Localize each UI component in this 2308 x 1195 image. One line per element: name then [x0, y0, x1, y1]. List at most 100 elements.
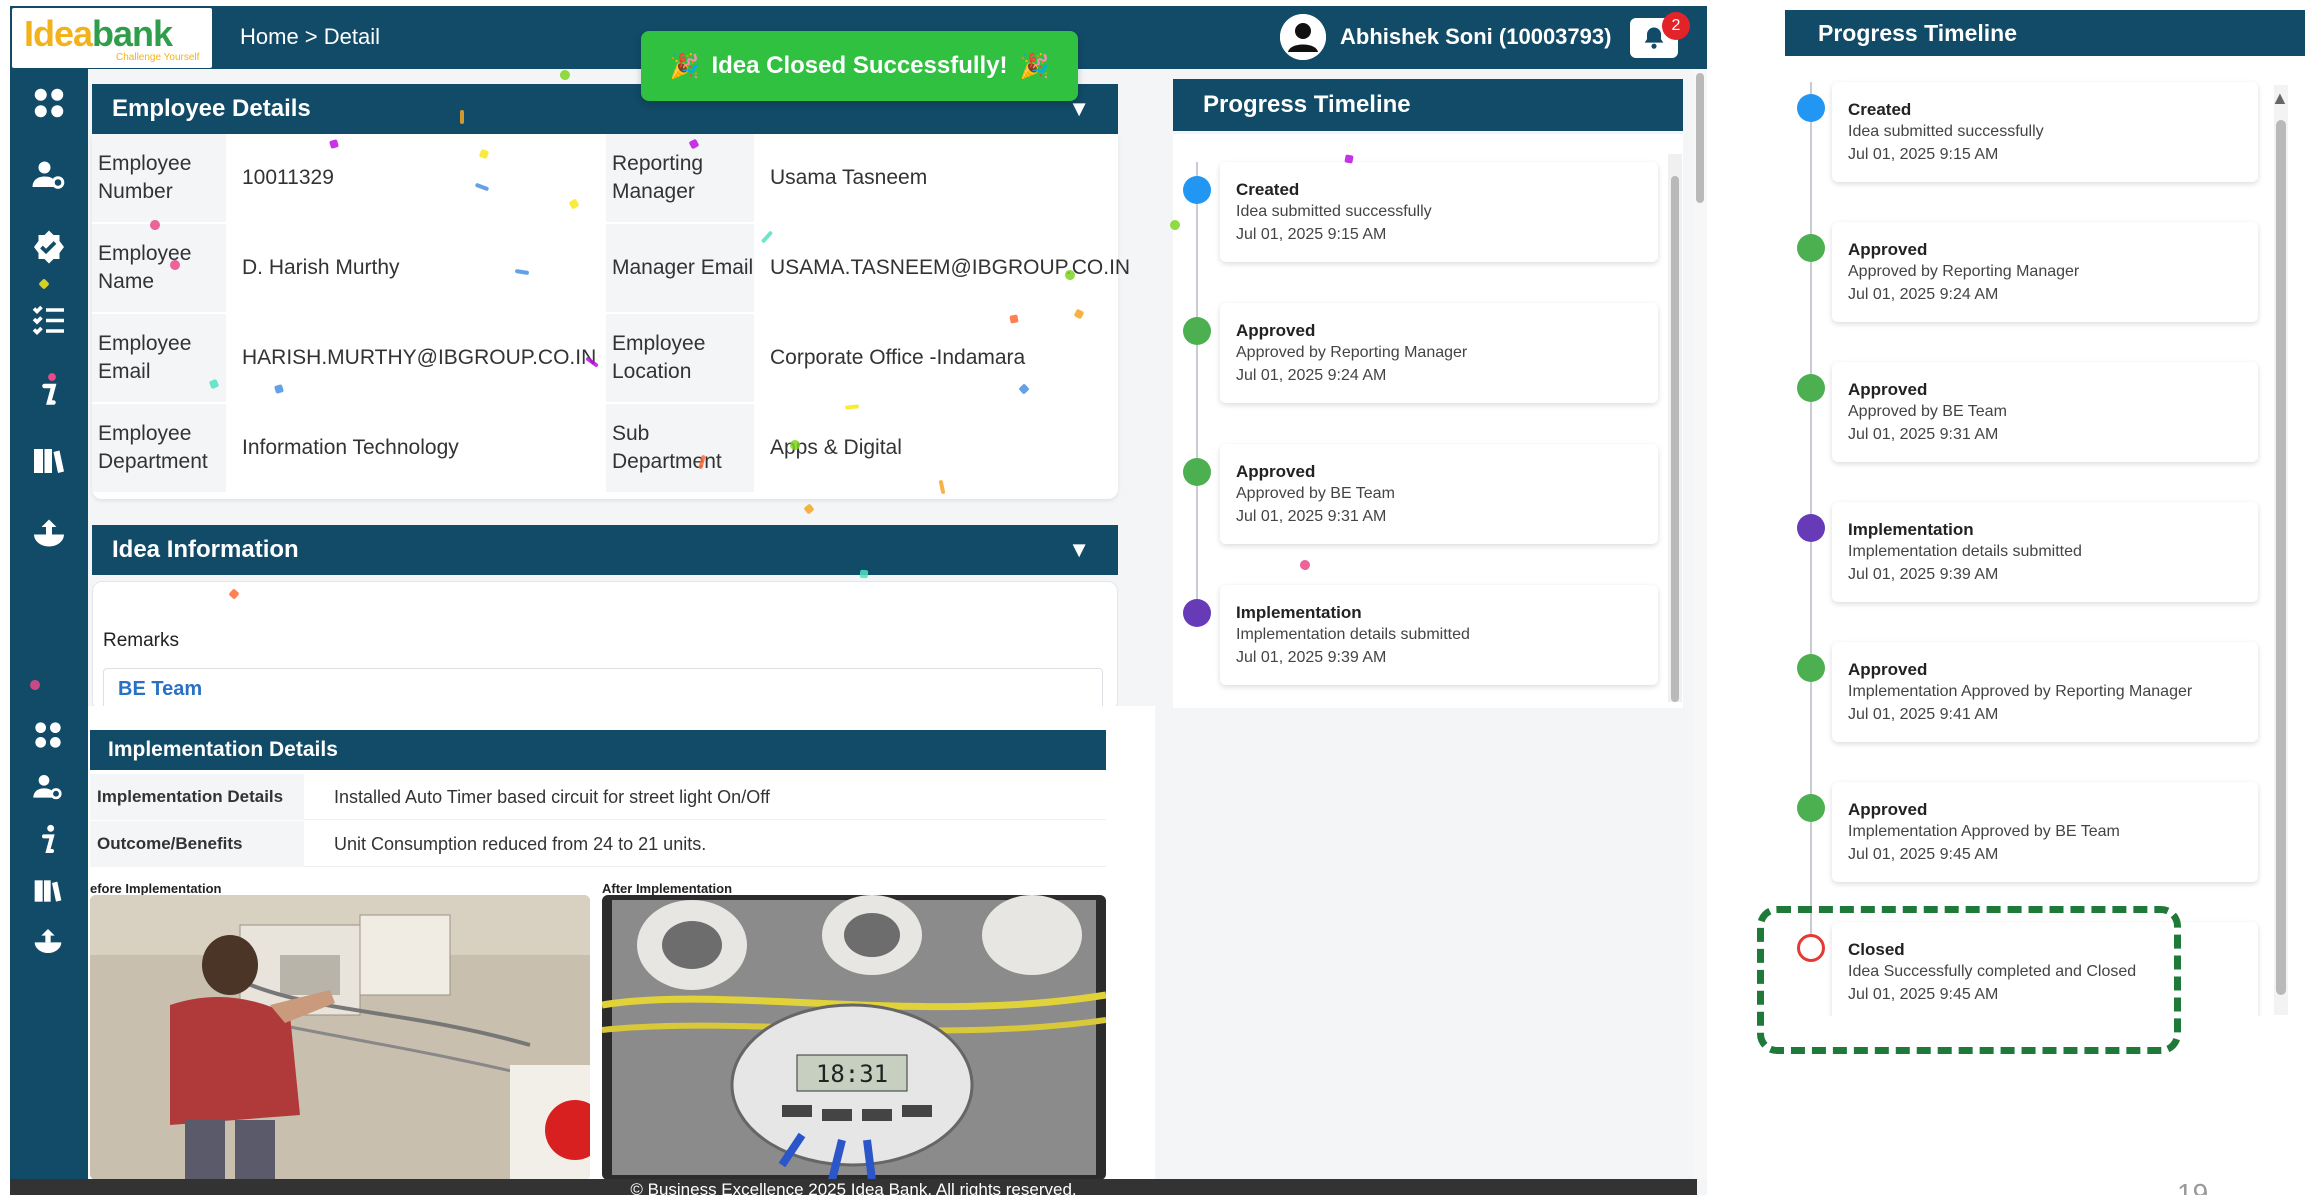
timeline-status: Implementation [1848, 520, 1974, 539]
timeline-timestamp: Jul 01, 2025 9:41 AM [1848, 706, 1999, 723]
timeline-status: Approved [1848, 380, 1928, 399]
timeline-timestamp: Jul 01, 2025 9:31 AM [1848, 426, 1999, 443]
upload-tray-icon[interactable] [28, 513, 70, 553]
collapse-triangle-icon[interactable]: ▼ [1068, 525, 1090, 575]
timeline-timestamp: Jul 01, 2025 9:45 AM [1848, 846, 1999, 863]
employee-value: HARISH.MURTHY@IBGROUP.CO.IN [242, 346, 597, 369]
timeline-description: Implementation details submitted [1236, 626, 1470, 643]
employee-label: Reporting Manager [606, 134, 754, 222]
employee-row: Employee Email HARISH.MURTHY@IBGROUP.CO.… [92, 314, 1118, 404]
timeline-status-dot [1797, 94, 1825, 122]
timeline-scrollbar-large[interactable] [2274, 85, 2288, 1015]
breadcrumb[interactable]: Home > Detail [240, 24, 380, 50]
before-implementation-photo[interactable] [90, 895, 590, 1180]
library-books-icon[interactable] [28, 441, 70, 481]
upload-tray-icon[interactable] [30, 924, 66, 958]
implementation-row: Implementation Details Installed Auto Ti… [90, 774, 1106, 820]
closed-status-highlight [1757, 906, 2181, 1054]
timeline-status: Implementation [1236, 603, 1362, 622]
timeline-description: Idea submitted successfully [1848, 123, 2044, 140]
idea-information-title: Idea Information [112, 536, 299, 563]
timeline-item[interactable]: Approved Implementation Approved by Repor… [1832, 642, 2258, 742]
user-settings-icon[interactable] [28, 155, 70, 195]
implementation-overlay: Implementation Details Implementation De… [10, 706, 1155, 1180]
library-books-icon[interactable] [30, 874, 66, 908]
timeline-description: Idea submitted successfully [1236, 203, 1432, 220]
timeline-status: Approved [1848, 800, 1928, 819]
timeline-status: Approved [1236, 321, 1316, 340]
employee-value: 10011329 [242, 166, 334, 189]
remarks-label: Remarks [103, 630, 180, 651]
timeline-item[interactable]: Created Idea submitted successfully Jul 01… [1832, 82, 2258, 182]
timeline-scrollbar[interactable] [1668, 154, 1682, 702]
employee-value: Information Technology [242, 436, 459, 459]
ideabank-logo[interactable]: Ideabank Challenge Yourself [12, 8, 212, 68]
employee-label: Manager Email [606, 224, 754, 312]
employee-label: Employee Location [606, 314, 754, 402]
implementation-value: Installed Auto Timer based circuit for s… [334, 787, 770, 807]
progress-timeline-list: Created Idea submitted successfully Jul 01… [1173, 134, 1683, 708]
logo-tagline: Challenge Yourself [116, 52, 200, 63]
timeline-status: Approved [1236, 462, 1316, 481]
progress-timeline-list-large: Created Idea submitted successfully Jul 01… [1785, 56, 2305, 1016]
employee-value: Corporate Office -Indamara [770, 346, 1026, 369]
timeline-item[interactable]: Approved Approved by Reporting Manager Jul… [1832, 222, 2258, 322]
mini-sidebar [10, 706, 88, 1180]
timeline-timestamp: Jul 01, 2025 9:31 AM [1236, 508, 1387, 525]
timeline-status-dot [1797, 374, 1825, 402]
timeline-item[interactable]: Implementation Implementation details sub… [1832, 502, 2258, 602]
employee-row: Employee Department Information Technolo… [92, 404, 1118, 494]
idea-information-header[interactable]: Idea Information ▼ [92, 525, 1118, 575]
timeline-status-dot [1797, 794, 1825, 822]
scroll-up-arrow-icon[interactable]: ▲ [2271, 88, 2289, 109]
dashboard-grid-icon[interactable] [28, 83, 70, 123]
timeline-status-dot [1797, 654, 1825, 682]
timeline-item[interactable]: Approved Approved by BE Team Jul 01, 2025 … [1220, 444, 1658, 544]
user-settings-icon[interactable] [30, 770, 66, 804]
success-toast[interactable]: 🎉 Idea Closed Successfully! 🎉 [641, 31, 1078, 101]
timeline-description: Approved by Reporting Manager [1236, 344, 1468, 361]
timeline-description: Approved by BE Team [1848, 403, 2007, 420]
timeline-scroll-thumb-large[interactable] [2276, 120, 2286, 995]
employee-label: Employee Name [92, 224, 226, 312]
timeline-description: Implementation Approved by BE Team [1848, 823, 2120, 840]
timeline-status: Created [1848, 100, 1912, 119]
user-avatar-icon[interactable] [1280, 14, 1326, 60]
timeline-timestamp: Jul 01, 2025 9:24 AM [1236, 367, 1387, 384]
implementation-row: Outcome/Benefits Unit Consumption reduce… [90, 821, 1106, 867]
employee-details-table: Employee Number 10011329 Reporting Manag… [92, 134, 1130, 499]
task-list-icon[interactable] [28, 299, 70, 339]
timeline-status-dot [1183, 176, 1211, 204]
timeline-timestamp: Jul 01, 2025 9:24 AM [1848, 286, 1999, 303]
footer: © Business Excellence 2025 Idea Bank. Al… [10, 1179, 1697, 1195]
toast-message: Idea Closed Successfully! [711, 52, 1008, 79]
timeline-status-dot [1183, 458, 1211, 486]
timeline-timestamp: Jul 01, 2025 9:15 AM [1236, 226, 1387, 243]
timeline-item[interactable]: Approved Approved by BE Team Jul 01, 2025 … [1832, 362, 2258, 462]
timeline-item[interactable]: Approved Approved by Reporting Manager Jul… [1220, 303, 1658, 403]
idea-info-icon[interactable] [28, 369, 70, 409]
timeline-item[interactable]: Created Idea submitted successfully Jul 01… [1220, 162, 1658, 262]
dashboard-grid-icon[interactable] [30, 718, 66, 752]
idea-info-icon[interactable] [30, 822, 66, 856]
timeline-status-dot [1183, 599, 1211, 627]
employee-row: Employee Number 10011329 Reporting Manag… [92, 134, 1118, 224]
page-number: 19 [2177, 1178, 2209, 1195]
verified-badge-icon[interactable] [28, 227, 70, 267]
timeline-description: Implementation Approved by Reporting Man… [1848, 683, 2193, 700]
notification-count-badge: 2 [1662, 12, 1690, 40]
employee-value: Apps & Digital [770, 436, 902, 459]
user-name[interactable]: Abhishek Soni (10003793) [1340, 24, 1611, 50]
timeline-item[interactable]: Approved Implementation Approved by BE Te… [1832, 782, 2258, 882]
timeline-item[interactable]: Implementation Implementation details sub… [1220, 585, 1658, 685]
timeline-description: Approved by BE Team [1236, 485, 1395, 502]
page-scrollbar[interactable] [1693, 69, 1707, 1179]
timeline-scroll-thumb[interactable] [1671, 176, 1679, 702]
employee-label: Employee Number [92, 134, 226, 222]
idea-information-body: Remarks BE Team [92, 581, 1118, 712]
employee-value: Usama Tasneem [770, 166, 928, 189]
timeline-status-dot [1797, 514, 1825, 542]
page-scroll-thumb[interactable] [1696, 73, 1704, 203]
after-implementation-photo[interactable]: 18:31 [602, 895, 1106, 1180]
party-popper-icon: 🎉 [1019, 52, 1050, 80]
